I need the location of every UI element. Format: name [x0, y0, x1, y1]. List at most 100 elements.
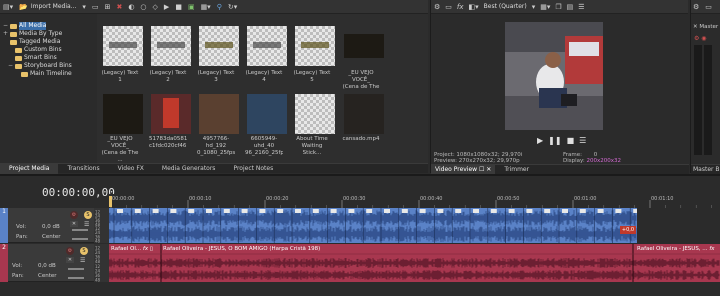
track-2-volume-slider[interactable]	[68, 268, 84, 270]
audio-clip-3-label: Rafael Oliveira - JESUS, ... fx	[637, 246, 715, 252]
track-1-clip[interactable]	[109, 208, 637, 243]
menu-icon[interactable]: ☰	[579, 136, 586, 145]
tree-item-1[interactable]: + Media By Type	[0, 30, 96, 38]
refresh-icon[interactable]: ↻▾	[228, 0, 237, 14]
more-icon[interactable]: ☰	[578, 0, 584, 14]
replace-icon[interactable]: ○	[140, 0, 146, 14]
master-fx-icon[interactable]: ⚙ ◉	[694, 35, 707, 42]
tab-trimmer[interactable]: Trimmer	[495, 165, 538, 175]
media-title: _EU VEJO VOCÊ_(Cena de The ...	[101, 136, 139, 163]
media-thumbnail-9[interactable]	[247, 94, 287, 134]
track-1-header: 1 ⚙ S ✕ ☰ Vol: 0,0 dB Pan: Center	[0, 208, 109, 243]
media-title: About Time Waiting Stick...	[296, 136, 328, 156]
left-tab-bar: Project Media Transitions Video FX Media…	[0, 163, 428, 174]
tab-media-generators[interactable]: Media Generators	[153, 164, 225, 174]
media-thumbnail-5[interactable]	[344, 34, 384, 58]
tree-item-4[interactable]: Smart Bins	[0, 54, 96, 62]
save-snapshot-icon[interactable]: ▤	[567, 0, 574, 14]
search-icon[interactable]: ⚲	[217, 0, 222, 14]
track-2-header: 2 ⚙ S ✕ ☰ Vol: 0,0 dB Pan: Center	[0, 244, 109, 282]
expand-icon[interactable]: −	[3, 22, 8, 30]
gear-icon[interactable]: ⚙	[434, 0, 440, 14]
play-icon[interactable]: ▶	[537, 136, 543, 145]
track-2-pan-slider[interactable]	[68, 277, 84, 279]
track-2-mute-icon[interactable]: ✕	[66, 257, 74, 263]
monitor-icon[interactable]: ▭	[445, 0, 452, 14]
cursor-marker[interactable]	[109, 196, 112, 207]
view-icon[interactable]: ▦▾	[201, 0, 211, 14]
track-1-menu-icon[interactable]: ☰	[84, 221, 89, 228]
ruler-tick-label: 00:00:00	[112, 196, 134, 202]
tag-icon[interactable]: ◇	[153, 0, 158, 14]
media-thumbnail-7[interactable]	[151, 94, 191, 134]
video-preview-panel: ⚙ ▭ fx ◧▾ Best (Quarter) ▾ ▦▾ ❐ ▤ ☰ ▶ ❚❚…	[430, 0, 689, 175]
tab-master-bus[interactable]: Master Bu	[691, 165, 720, 175]
tree-item-6[interactable]: Main Timeline	[0, 70, 96, 78]
track-2-volume[interactable]: 0,0 dB	[38, 263, 56, 269]
media-thumbnail-2[interactable]	[199, 26, 239, 66]
tab-video-preview[interactable]: Video Preview ☐ ✕	[431, 164, 496, 175]
play-icon[interactable]: ▶	[164, 0, 169, 14]
track-2-pan[interactable]: Center	[38, 273, 57, 279]
tab-project-notes[interactable]: Project Notes	[224, 164, 282, 174]
tree-item-3[interactable]: Custom Bins	[0, 46, 96, 54]
media-title: 6605949-uhd_4096_2160_25fps...	[245, 136, 283, 156]
media-thumbnail-3[interactable]	[247, 26, 287, 66]
track-1-solo-icon[interactable]: S	[84, 211, 92, 219]
media-thumbnail-4[interactable]	[295, 26, 335, 66]
ruler-tick-label: 00:00:40	[420, 196, 442, 202]
tree-item-0[interactable]: − All Media	[0, 22, 96, 30]
tree-item-label: All Media	[19, 22, 47, 30]
monitor-icon[interactable]: ▭	[705, 0, 712, 14]
track-1-pan-slider[interactable]	[72, 238, 88, 240]
dropdown-icon[interactable]: ▾	[82, 0, 86, 14]
track-1-volume[interactable]: 0,0 dB	[42, 224, 60, 230]
media-thumbnail-6[interactable]	[103, 94, 143, 134]
media-thumbnail-10[interactable]	[295, 94, 335, 134]
stop-icon[interactable]: ■	[175, 0, 182, 14]
tab-project-media[interactable]: Project Media	[0, 163, 59, 174]
track-1-pan[interactable]: Center	[42, 234, 61, 240]
copy-snapshot-icon[interactable]: ❐	[555, 0, 561, 14]
quality-dropdown-icon[interactable]: ▾	[532, 0, 536, 14]
folder-icon	[10, 39, 17, 45]
expand-icon[interactable]: +	[3, 30, 8, 38]
tree-item-5[interactable]: − Storyboard Bins	[0, 62, 96, 70]
fx-icon[interactable]: fx	[457, 0, 464, 14]
preview-quality-select[interactable]: Best (Quarter)	[484, 3, 527, 10]
media-menu-icon[interactable]: ▤▾	[3, 0, 13, 14]
track-2-number: 2	[0, 244, 8, 282]
track-1-fx-icon[interactable]: ⚙	[70, 211, 78, 219]
pause-icon[interactable]: ❚❚	[548, 136, 561, 145]
stop-icon[interactable]: ■	[567, 136, 575, 145]
auto-preview-icon[interactable]: ▣	[188, 0, 195, 14]
track-1-mute-icon[interactable]: ✕	[70, 221, 78, 227]
track-1-db-scale: 12 24 36 48 12 24 36 48	[94, 208, 109, 244]
get-media-icon[interactable]: ⊞	[105, 0, 111, 14]
track-2-clips[interactable]: Rafael Ol... fx ▯ Rafael Oliveira - JESU…	[109, 244, 720, 282]
media-title: (Legacy) Text 5	[293, 70, 331, 83]
preview-frame	[505, 22, 603, 130]
folder-icon	[15, 55, 22, 61]
media-thumbnail-0[interactable]	[103, 26, 143, 66]
capture-icon[interactable]: ▭	[92, 0, 99, 14]
media-thumbnail-1[interactable]	[151, 26, 191, 66]
overlays-icon[interactable]: ▦▾	[540, 0, 550, 14]
track-2-fx-icon[interactable]: ⚙	[66, 247, 74, 255]
import-media-icon[interactable]: 📂	[19, 0, 28, 14]
properties-icon[interactable]: ◐	[128, 0, 134, 14]
media-thumbnail-11[interactable]	[344, 94, 384, 134]
text-overlay-icon	[301, 42, 329, 48]
remove-icon[interactable]: ✖	[116, 0, 122, 14]
split-icon[interactable]: ◧▾	[469, 0, 479, 14]
import-media-button[interactable]: Import Media...	[31, 3, 77, 10]
tab-video-fx[interactable]: Video FX	[109, 164, 153, 174]
media-thumbnail-8[interactable]	[199, 94, 239, 134]
track-1-volume-slider[interactable]	[72, 229, 88, 231]
expand-icon[interactable]: −	[8, 62, 13, 70]
track-2-menu-icon[interactable]: ☰	[80, 257, 85, 264]
gear-icon[interactable]: ⚙	[693, 0, 699, 14]
tab-transitions[interactable]: Transitions	[58, 164, 108, 174]
track-2-solo-icon[interactable]: S	[80, 247, 88, 255]
tree-item-2[interactable]: Tagged Media	[0, 38, 96, 46]
